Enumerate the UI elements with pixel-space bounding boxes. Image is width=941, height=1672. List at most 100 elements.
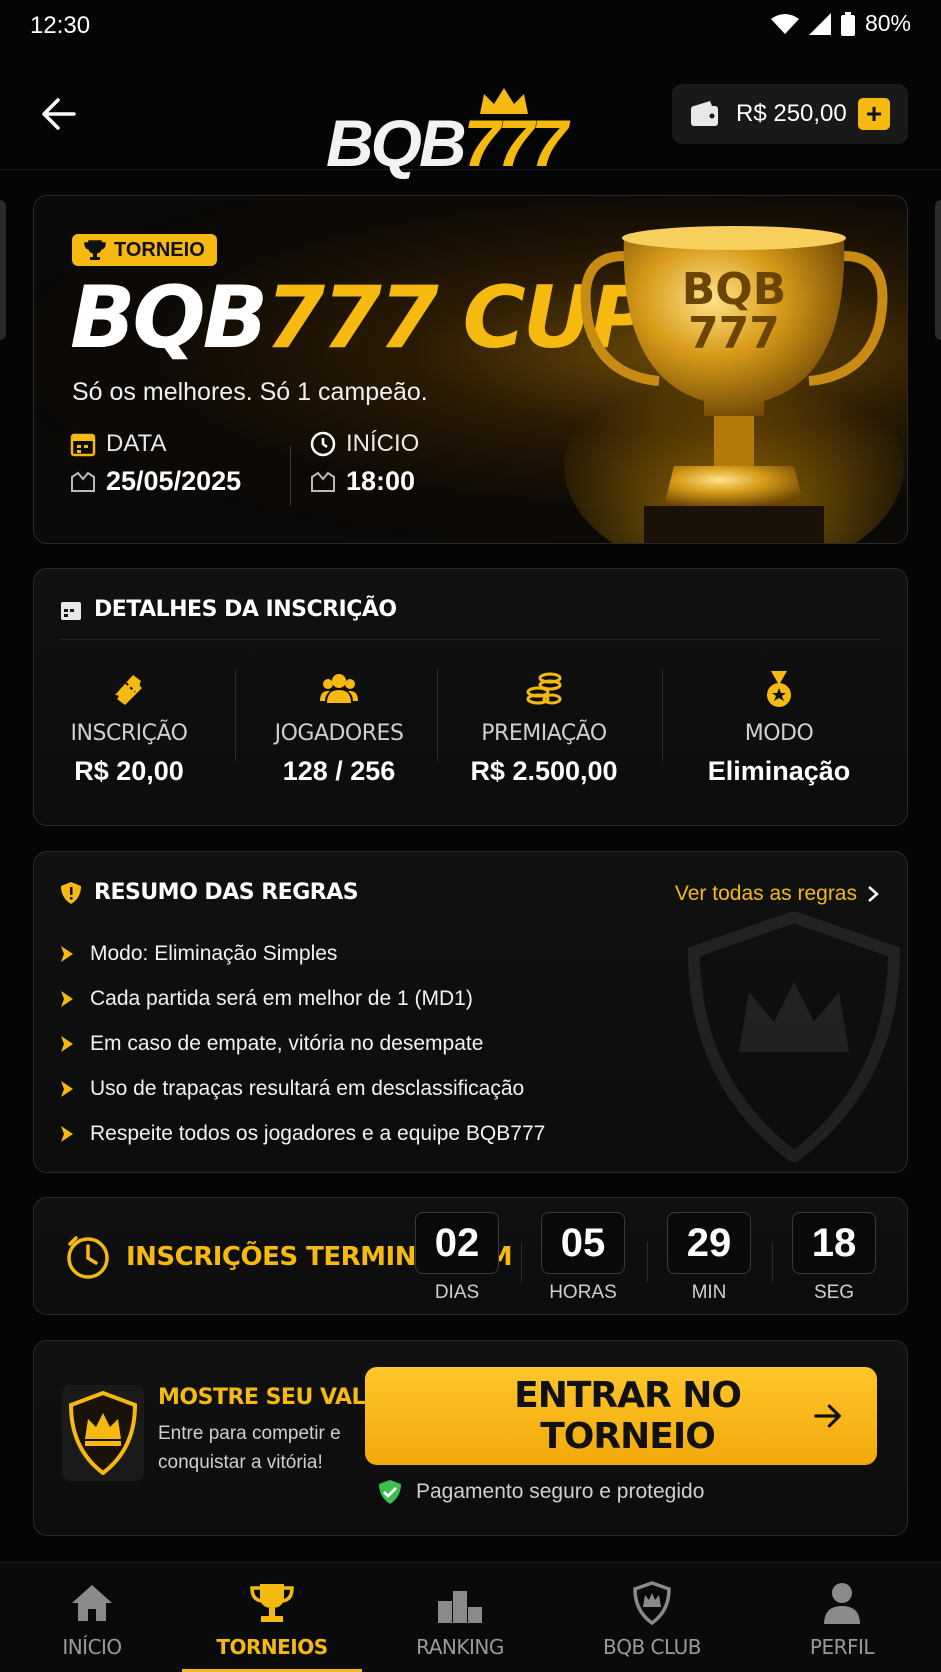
badge-label: TORNEIO (114, 238, 205, 261)
wallet-balance[interactable]: R$ 250,00 + (672, 84, 908, 144)
rule-item: Cada partida será em melhor de 1 (MD1) (60, 987, 473, 1011)
stat-prize: PREMIAÇÃO R$ 2.500,00 (439, 669, 649, 787)
stat-label: PREMIAÇÃO (481, 721, 607, 746)
shield-check-icon (379, 1480, 401, 1504)
date-label: DATA (106, 430, 167, 457)
rules-header: RESUMO DAS REGRAS (60, 880, 359, 905)
registration-details-card: DETALHES DA INSCRIÇÃO INSCRIÇÃO R$ 20,00… (33, 568, 908, 826)
chevron-right-icon (868, 886, 879, 902)
stat-divider (662, 669, 663, 761)
home-icon (72, 1585, 112, 1621)
rule-item: Em caso de empate, vitória no desempate (60, 1032, 483, 1056)
meta-divider (290, 446, 291, 506)
battery-icon (840, 11, 855, 36)
wifi-icon (770, 13, 799, 34)
nav-item-home[interactable]: INÍCIO (22, 1563, 162, 1672)
user-icon (824, 1583, 860, 1624)
balance-amount: R$ 250,00 (736, 100, 847, 127)
trophy-icon (84, 240, 106, 260)
cta-title: MOSTRE SEU VALOR (158, 1385, 399, 1410)
tournament-hero-card: TORNEIO BQB777 CUP Só os melhores. Só 1 … (33, 195, 908, 544)
app-logo[interactable]: BQB777 (326, 86, 618, 182)
club-shield-icon (633, 1581, 671, 1625)
status-time: 12:30 (30, 12, 91, 39)
details-title: DETALHES DA INSCRIÇÃO (94, 597, 397, 622)
stat-value: R$ 2.500,00 (470, 756, 618, 786)
status-bar: 12:30 80% (0, 0, 941, 52)
stat-value: 128 / 256 (282, 756, 396, 786)
back-arrow-icon[interactable] (38, 96, 78, 132)
ticket-icon (115, 675, 142, 705)
coins-icon (526, 672, 562, 705)
time-small-icon (311, 471, 335, 492)
countdown-divider (521, 1242, 522, 1282)
join-button-label: ENTRAR NO TORNEIO (514, 1375, 742, 1457)
stat-label: MODO (744, 721, 814, 746)
carousel-prev-peek (0, 200, 6, 340)
tournament-subtitle: Só os melhores. Só 1 campeão. (72, 378, 428, 406)
stat-registration-fee: INSCRIÇÃO R$ 20,00 (54, 669, 204, 787)
details-divider (60, 639, 882, 640)
stat-value: Eliminação (707, 756, 851, 786)
stat-divider (235, 669, 236, 761)
rule-text: Modo: Eliminação Simples (90, 942, 338, 965)
system-icons: 80% (770, 10, 911, 37)
countdown-divider (647, 1242, 648, 1282)
double-chevron-icon (61, 1126, 73, 1142)
nav-label: TORNEIOS (216, 1635, 328, 1659)
start-value: 18:00 (346, 466, 416, 496)
details-header: DETALHES DA INSCRIÇÃO (60, 597, 397, 622)
stat-divider (437, 669, 438, 761)
stat-value: R$ 20,00 (74, 756, 184, 786)
countdown-unit-label: DIAS (434, 1282, 480, 1303)
nav-label: BQB CLUB (602, 1635, 702, 1659)
add-funds-button[interactable]: + (858, 98, 890, 130)
shield-watermark-icon (687, 912, 901, 1162)
countdown-minutes: 29 (667, 1212, 751, 1274)
bottom-navigation: INÍCIO TORNEIOS RANKING BQB CLUB PERFIL (0, 1562, 941, 1672)
countdown-unit-label: SEG (813, 1282, 855, 1303)
title-white-part: BQB (70, 268, 268, 368)
rule-text: Respeite todos os jogadores e a equipe B… (90, 1122, 546, 1145)
nav-item-tournaments[interactable]: TORNEIOS (182, 1563, 362, 1672)
rules-summary-card: RESUMO DAS REGRAS Ver todas as regras Mo… (33, 851, 908, 1173)
crown-shield-badge (62, 1385, 144, 1481)
double-chevron-icon (61, 946, 73, 962)
calendar-icon (61, 601, 81, 620)
nav-item-ranking[interactable]: RANKING (390, 1563, 530, 1672)
logo-text: BQB777 (326, 106, 568, 180)
view-all-rules-label: Ver todas as regras (674, 882, 857, 905)
date-small-icon (71, 471, 95, 492)
nav-label: INÍCIO (62, 1635, 122, 1659)
countdown-unit-label: MIN (691, 1282, 727, 1303)
countdown-unit-label: HORAS (549, 1282, 617, 1303)
wallet-icon (691, 101, 718, 126)
nav-label: RANKING (416, 1635, 504, 1659)
shield-alert-icon (61, 881, 81, 904)
timer-icon (67, 1236, 109, 1279)
players-icon (320, 674, 358, 703)
rule-text: Uso de trapaças resultará em desclassifi… (90, 1077, 525, 1100)
countdown-divider (772, 1242, 773, 1282)
rule-item: Uso de trapaças resultará em desclassifi… (60, 1077, 524, 1101)
carousel-next-peek (935, 200, 941, 340)
start-time-block: INÍCIO 18:00 (310, 430, 419, 497)
countdown-seconds: 18 (792, 1212, 876, 1274)
tournament-badge: TORNEIO (72, 234, 217, 266)
stat-mode: MODO Eliminação (664, 669, 894, 787)
calendar-icon (70, 433, 96, 457)
join-tournament-button[interactable]: ENTRAR NO TORNEIO (365, 1367, 877, 1465)
stat-label: JOGADORES (274, 721, 404, 746)
nav-item-profile[interactable]: PERFIL (772, 1563, 912, 1672)
registration-countdown-card: INSCRIÇÕES TERMINAM EM 02 DIAS 05 HORAS … (33, 1197, 908, 1315)
crown-shield-icon (68, 1391, 138, 1475)
date-value: 25/05/2025 (106, 466, 242, 496)
nav-item-bqb-club[interactable]: BQB CLUB (572, 1563, 732, 1672)
app-header: BQB777 R$ 250,00 + (0, 56, 941, 178)
stat-label: INSCRIÇÃO (70, 721, 188, 746)
trophy-icon (250, 1584, 294, 1622)
secure-payment-note: Pagamento seguro e protegido (378, 1479, 704, 1505)
view-all-rules-link[interactable]: Ver todas as regras (675, 882, 879, 906)
rule-text: Em caso de empate, vitória no desempate (90, 1032, 484, 1055)
trophy-text-bottom: 777 (688, 308, 780, 359)
